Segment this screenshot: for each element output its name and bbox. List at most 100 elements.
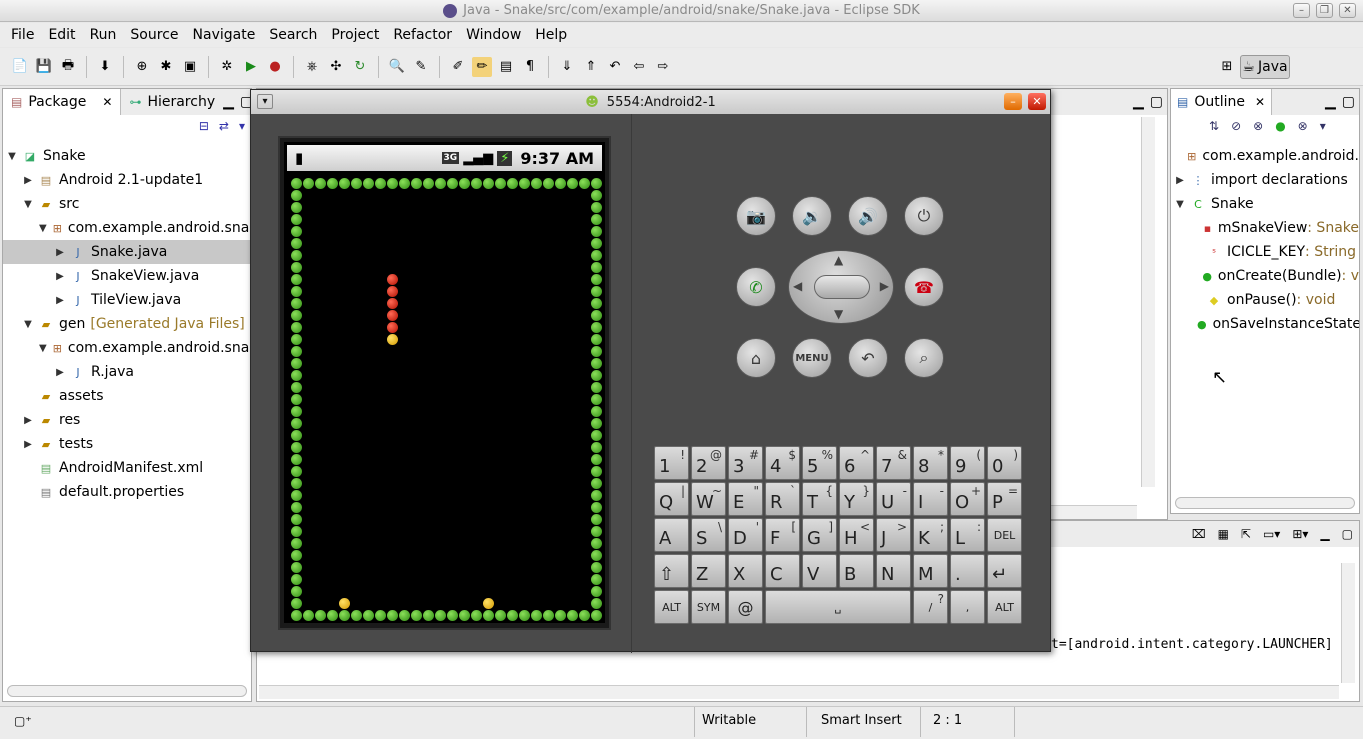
key-0-3[interactable]: 4 $ bbox=[765, 446, 800, 480]
maximize-outline-icon[interactable]: ▢ bbox=[1342, 94, 1355, 110]
key-1-1[interactable]: W ~ bbox=[691, 482, 726, 516]
hide-fields-icon[interactable]: ⊘ bbox=[1231, 119, 1241, 133]
package-tree-item[interactable]: ▤ default.properties bbox=[3, 480, 251, 504]
collapsed-arrow-icon[interactable]: ▶ bbox=[23, 175, 33, 186]
hide-nonpublic-icon[interactable]: ● bbox=[1275, 119, 1285, 133]
at-key[interactable]: @ bbox=[728, 590, 763, 624]
key-3-9[interactable]: ↵ bbox=[987, 554, 1022, 588]
key-2-6[interactable]: J > bbox=[876, 518, 911, 552]
collapsed-arrow-icon[interactable]: ▶ bbox=[55, 367, 65, 378]
pen-icon[interactable]: ✎ bbox=[411, 57, 431, 77]
space-key[interactable]: ␣ bbox=[765, 590, 911, 624]
key-2-8[interactable]: L: bbox=[950, 518, 985, 552]
key-3-4[interactable]: V bbox=[802, 554, 837, 588]
emulator-minimize-button[interactable]: – bbox=[1004, 93, 1022, 110]
open-type-icon[interactable]: ⎈ bbox=[302, 57, 322, 77]
block-select-icon[interactable]: ▤ bbox=[496, 57, 516, 77]
outline-item[interactable]: ⊞ com.example.android. bbox=[1171, 144, 1359, 168]
camera-button[interactable]: 📷 bbox=[736, 196, 776, 236]
package-tree-item[interactable]: ▶ J R.java bbox=[3, 360, 251, 384]
volume-down-button[interactable]: 🔉 bbox=[792, 196, 832, 236]
menu-project[interactable]: Project bbox=[324, 27, 386, 43]
key-1-8[interactable]: O + bbox=[950, 482, 985, 516]
next-annotation-icon[interactable]: ⇓ bbox=[557, 57, 577, 77]
display-console-icon[interactable]: ▭▾ bbox=[1263, 527, 1280, 541]
external-tools-icon[interactable]: ● bbox=[265, 57, 285, 77]
back-icon[interactable]: ⇦ bbox=[629, 57, 649, 77]
maximize-editor-icon[interactable]: ▢ bbox=[1150, 94, 1163, 110]
menu-edit[interactable]: Edit bbox=[41, 27, 82, 43]
key-0-1[interactable]: 2 @ bbox=[691, 446, 726, 480]
package-tree-item[interactable]: ▼ ▰ src bbox=[3, 192, 251, 216]
minimize-outline-icon[interactable]: ▁ bbox=[1325, 94, 1336, 110]
alt-left-key[interactable]: ALT bbox=[654, 590, 689, 624]
pin-console-icon[interactable]: ⇱ bbox=[1241, 527, 1251, 541]
key-2-1[interactable]: S \ bbox=[691, 518, 726, 552]
package-tree-item[interactable]: ▶ ▰ tests bbox=[3, 432, 251, 456]
package-horizontal-scrollbar[interactable] bbox=[7, 685, 247, 697]
collapsed-arrow-icon[interactable]: ▶ bbox=[23, 415, 33, 426]
dpad-left-icon[interactable]: ◀ bbox=[793, 279, 802, 293]
search-button[interactable]: ⌕ bbox=[904, 338, 944, 378]
minimize-editor-icon[interactable]: ▁ bbox=[1133, 94, 1144, 110]
last-edit-icon[interactable]: ↶ bbox=[605, 57, 625, 77]
hide-local-types-icon[interactable]: ⊗ bbox=[1298, 119, 1308, 133]
collapsed-arrow-icon[interactable]: ▶ bbox=[23, 439, 33, 450]
android-sdk-icon[interactable]: ⬇ bbox=[95, 57, 115, 77]
save-icon[interactable]: 💾 bbox=[34, 57, 54, 77]
package-tree-item[interactable]: ▶ ▤ Android 2.1-update1 bbox=[3, 168, 251, 192]
minimize-console-icon[interactable]: ▁ bbox=[1320, 527, 1329, 541]
refresh-icon[interactable]: ↻ bbox=[350, 57, 370, 77]
link-editor-icon[interactable]: ⇄ bbox=[219, 119, 229, 133]
key-0-0[interactable]: 1! bbox=[654, 446, 689, 480]
emulator-menu-icon[interactable]: ▾ bbox=[257, 94, 273, 109]
outline-item[interactable]: ◆ onPause() : void bbox=[1171, 288, 1359, 312]
collapsed-arrow-icon[interactable]: ▶ bbox=[1175, 175, 1185, 186]
menu-file[interactable]: File bbox=[4, 27, 41, 43]
tab-outline[interactable]: ▤ Outline ✕ bbox=[1171, 89, 1273, 115]
package-tree-item[interactable]: ▶ J TileView.java bbox=[3, 288, 251, 312]
expanded-arrow-icon[interactable]: ▼ bbox=[1175, 199, 1185, 210]
new-xml-icon[interactable]: ▣ bbox=[180, 57, 200, 77]
search-icon[interactable]: 🔍 bbox=[387, 57, 407, 77]
expanded-arrow-icon[interactable]: ▼ bbox=[7, 151, 17, 162]
maximize-window-button[interactable]: ❐ bbox=[1316, 3, 1333, 18]
menu-help[interactable]: Help bbox=[528, 27, 574, 43]
collapsed-arrow-icon[interactable]: ▶ bbox=[55, 271, 65, 282]
outline-item[interactable]: ▼ C Snake bbox=[1171, 192, 1359, 216]
package-tree-item[interactable]: ▤ AndroidManifest.xml bbox=[3, 456, 251, 480]
expanded-arrow-icon[interactable]: ▼ bbox=[23, 199, 33, 210]
highlight-icon[interactable]: ✏ bbox=[472, 56, 492, 77]
volume-up-button[interactable]: 🔊 bbox=[848, 196, 888, 236]
package-tree-item[interactable]: ▶ J SnakeView.java bbox=[3, 264, 251, 288]
maximize-console-icon[interactable]: ▢ bbox=[1342, 527, 1353, 541]
mark-occurrences-icon[interactable]: ✐ bbox=[448, 57, 468, 77]
key-2-2[interactable]: D ' bbox=[728, 518, 763, 552]
key-2-0[interactable]: A bbox=[654, 518, 689, 552]
menu-search[interactable]: Search bbox=[262, 27, 324, 43]
close-tab-icon[interactable]: ✕ bbox=[102, 95, 112, 109]
open-task-icon[interactable]: ✣ bbox=[326, 57, 346, 77]
key-1-4[interactable]: T{ bbox=[802, 482, 837, 516]
key-3-6[interactable]: N bbox=[876, 554, 911, 588]
scroll-lock-icon[interactable]: ▦ bbox=[1218, 527, 1229, 541]
package-tree-item[interactable]: ▰ assets bbox=[3, 384, 251, 408]
sym-key[interactable]: SYM bbox=[691, 590, 726, 624]
comma-key[interactable]: , bbox=[950, 590, 985, 624]
outline-item[interactable]: ▶ ⋮ import declarations bbox=[1171, 168, 1359, 192]
java-perspective-button[interactable]: ☕ Java bbox=[1240, 55, 1290, 79]
menu-source[interactable]: Source bbox=[123, 27, 185, 43]
dpad-up-icon[interactable]: ▲ bbox=[834, 253, 843, 267]
tab-package[interactable]: ▤ Package ✕ bbox=[3, 89, 122, 115]
menu-window[interactable]: Window bbox=[459, 27, 528, 43]
close-window-button[interactable]: ✕ bbox=[1339, 3, 1356, 18]
key-0-9[interactable]: 0) bbox=[987, 446, 1022, 480]
key-1-7[interactable]: I- bbox=[913, 482, 948, 516]
key-0-7[interactable]: 8 * bbox=[913, 446, 948, 480]
outline-item[interactable]: ● onSaveInstanceState bbox=[1171, 312, 1359, 336]
end-call-button[interactable]: ☎ bbox=[904, 267, 944, 307]
outline-item[interactable]: ˢ ICICLE_KEY : String bbox=[1171, 240, 1359, 264]
key-0-8[interactable]: 9( bbox=[950, 446, 985, 480]
sort-icon[interactable]: ⇅ bbox=[1209, 119, 1219, 133]
expanded-arrow-icon[interactable]: ▼ bbox=[23, 319, 33, 330]
